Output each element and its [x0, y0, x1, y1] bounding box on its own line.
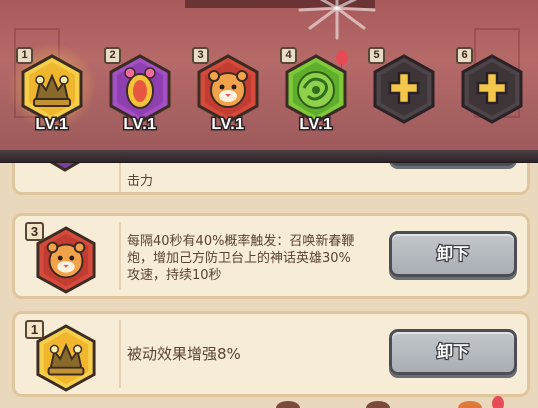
slot-level: LV.1	[210, 115, 246, 135]
desc-line: 每隔40秒有40%概率触发：召唤新春鞭	[127, 234, 355, 249]
equipment-card: 3 每隔40秒有40%概率触发：召唤新春鞭 炮，增加己方防卫台上的神话英雄30%…	[12, 213, 530, 299]
card-description: 每隔40秒有40%概率触发：召唤新春鞭 炮，增加己方防卫台上的神话英雄30% 攻…	[127, 233, 354, 284]
unequip-button[interactable]: 卸下	[389, 329, 517, 375]
slot-index: 1	[16, 47, 33, 64]
balloon-decoration	[492, 396, 504, 408]
slot-index: 5	[368, 47, 385, 64]
plus-icon	[476, 71, 508, 105]
slot-index: 6	[456, 47, 473, 64]
green-jade-icon	[285, 54, 347, 124]
tiger-head-icon	[197, 54, 259, 124]
golden-crest-icon	[36, 324, 96, 392]
slot-6-empty[interactable]: 6	[456, 47, 524, 130]
card-icon-wrap: 1	[25, 320, 105, 392]
slot-index: 2	[104, 47, 121, 64]
bottom-decoration	[276, 401, 300, 408]
panel-divider	[0, 150, 538, 163]
slot-level: LV.1	[298, 115, 334, 135]
plus-icon	[388, 71, 420, 105]
slot-level: LV.1	[34, 115, 70, 135]
card-icon	[25, 163, 105, 178]
purple-lantern-icon	[50, 163, 80, 172]
card-separator	[119, 222, 121, 290]
card-index: 1	[25, 320, 44, 339]
bottom-decoration	[458, 401, 482, 408]
purple-lantern-icon	[109, 54, 171, 124]
card-icon-wrap: 3	[25, 222, 105, 294]
slot-index: 4	[280, 47, 297, 64]
slot-1[interactable]: 1 LV.1	[8, 42, 96, 135]
card-separator	[119, 320, 121, 388]
unequip-button[interactable]	[389, 163, 517, 166]
golden-crest-icon	[21, 54, 83, 124]
equipment-list[interactable]: 击力 3 每隔40秒有40%概率触发：召唤新春鞭 炮，增加己方防卫台上的神话英雄…	[0, 163, 538, 408]
slot-5-empty[interactable]: 5	[368, 47, 436, 130]
card-index: 3	[25, 222, 44, 241]
desc-line: 炮，增加己方防卫台上的神话英雄30%	[127, 251, 351, 266]
card-description: 击力	[127, 174, 154, 189]
desc-line: 被动效果增强8%	[127, 345, 241, 363]
equipped-slots-bar: 1 LV.1 2 LV.1 3 LV.1 4 LV.1 5 6	[0, 0, 538, 150]
equipment-card: 1 被动效果增强8% 卸下	[12, 311, 530, 397]
card-separator	[119, 163, 121, 192]
card-description: 被动效果增强8%	[127, 346, 241, 363]
slot-2[interactable]: 2 LV.1	[104, 47, 172, 135]
slot-3[interactable]: 3 LV.1	[192, 47, 260, 135]
bottom-decoration	[366, 401, 390, 408]
tiger-head-icon	[36, 226, 96, 294]
unequip-button[interactable]: 卸下	[389, 231, 517, 277]
desc-line: 攻速，持续10秒	[127, 268, 222, 283]
slot-level: LV.1	[122, 115, 158, 135]
slot-4[interactable]: 4 LV.1	[280, 47, 348, 135]
equipment-card: 击力	[12, 163, 530, 195]
slot-index: 3	[192, 47, 209, 64]
